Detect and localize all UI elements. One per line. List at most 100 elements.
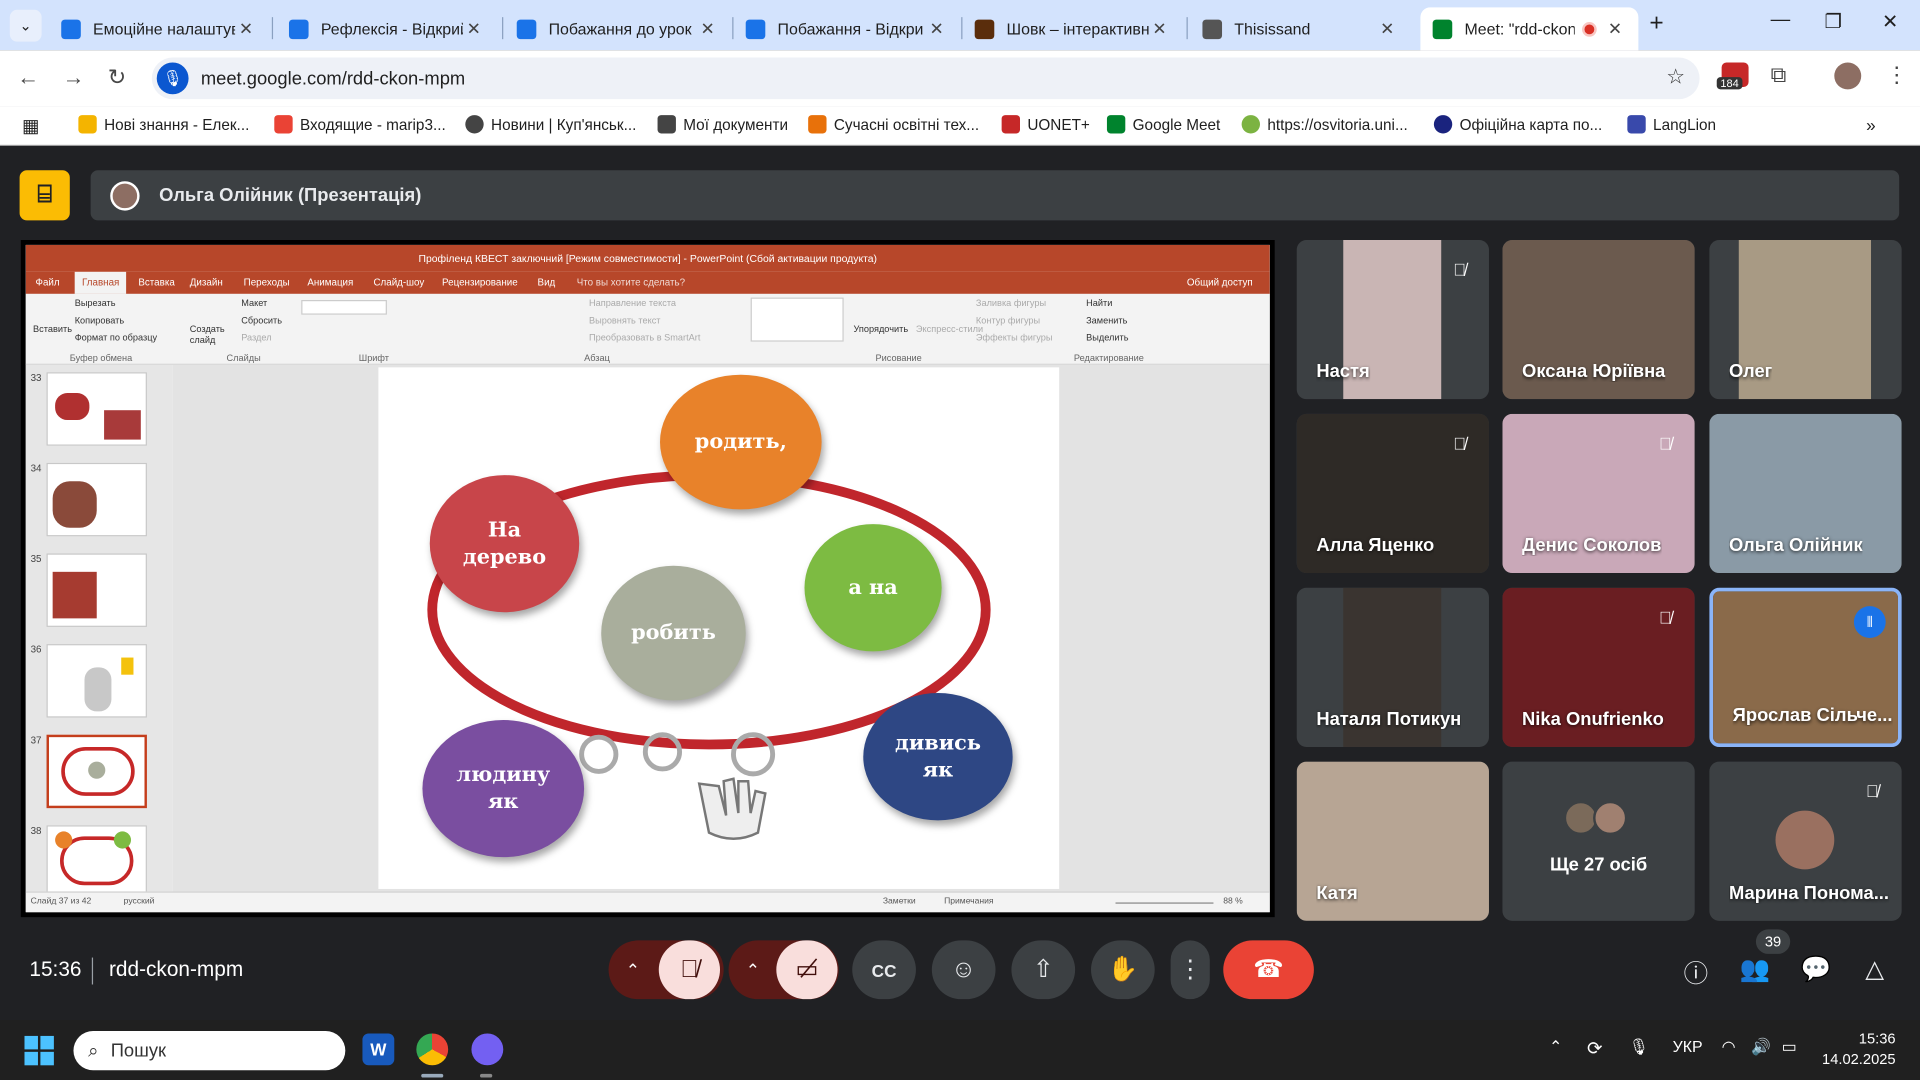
ppt-tab[interactable]: Слайд-шоу: [373, 277, 424, 288]
ppt-section[interactable]: Раздел: [241, 332, 271, 343]
bookmark-item[interactable]: https://osvitoria.uni...: [1241, 115, 1408, 134]
ppt-reset[interactable]: Сбросить: [241, 315, 282, 326]
present-button[interactable]: ⇧: [1011, 940, 1076, 1000]
participant-tile[interactable]: 🎙̸ Nika Onufrienko: [1502, 587, 1695, 747]
participant-tile[interactable]: 🎙̸ Марина Понома...: [1709, 761, 1902, 921]
slide-thumbnail[interactable]: [46, 553, 147, 627]
ppt-shape-effects[interactable]: Эффекты фигуры: [976, 332, 1053, 343]
word-bubble[interactable]: робить: [601, 565, 746, 701]
ppt-text-direction[interactable]: Направление текста: [589, 298, 676, 309]
browser-tab[interactable]: Thisissand ✕: [1190, 7, 1410, 50]
raise-hand-button[interactable]: ✋: [1091, 940, 1155, 1000]
comments-button[interactable]: Примечания: [944, 898, 993, 907]
close-icon[interactable]: ✕: [697, 18, 719, 39]
more-options-button[interactable]: ⋮: [1170, 940, 1210, 1000]
chrome-menu-icon[interactable]: ⋮: [1886, 62, 1908, 88]
word-bubble[interactable]: На дерево: [429, 475, 580, 613]
microphone-icon[interactable]: 🎙: [1629, 1037, 1649, 1057]
taskbar-search[interactable]: ⌕ Пошук: [73, 1031, 346, 1071]
word-bubble[interactable]: людину як: [422, 720, 585, 858]
browser-tab-active[interactable]: Meet: "rdd-ckon- ✕: [1420, 7, 1639, 51]
close-icon[interactable]: ✕: [1149, 18, 1171, 39]
more-participants-tile[interactable]: Ще 27 осіб: [1502, 761, 1695, 921]
bookmark-item[interactable]: LangLion: [1627, 115, 1716, 134]
activities-icon[interactable]: ⌸: [19, 170, 70, 221]
ppt-cut-button[interactable]: Вырезать: [75, 298, 116, 309]
window-close-icon[interactable]: ✕: [1882, 10, 1898, 34]
slide-thumbnail-selected[interactable]: [46, 734, 147, 809]
restore-icon[interactable]: ❐: [1824, 10, 1842, 34]
ppt-tab[interactable]: Рецензирование: [442, 277, 518, 288]
ppt-copy-button[interactable]: Копировать: [75, 315, 124, 326]
slide-thumbnail[interactable]: [46, 825, 147, 899]
browser-tab[interactable]: Побажання - Відкри ✕: [733, 7, 960, 50]
bookmark-star-icon[interactable]: ☆: [1666, 65, 1685, 89]
close-icon[interactable]: ✕: [235, 18, 257, 39]
windows-start-icon[interactable]: [24, 1035, 54, 1066]
wifi-icon[interactable]: ◠: [1722, 1037, 1736, 1057]
tab-search-button[interactable]: ⌄: [9, 9, 42, 42]
forward-icon[interactable]: →: [62, 65, 84, 91]
ppt-tab[interactable]: Анимация: [307, 277, 353, 288]
address-bar[interactable]: 🎙 meet.google.com/rdd-ckon-mpm ☆: [151, 57, 1700, 100]
font-name-box[interactable]: [301, 300, 387, 315]
volume-icon[interactable]: 🔊: [1751, 1037, 1771, 1057]
back-icon[interactable]: ←: [17, 65, 39, 91]
ppt-new-slide[interactable]: Создать слайд: [190, 323, 232, 345]
browser-tab[interactable]: Шовк – інтерактивн ✕: [962, 7, 1182, 50]
ppt-smartart[interactable]: Преобразовать в SmartArt: [589, 332, 700, 343]
bookmark-item[interactable]: Мої документи: [657, 115, 788, 134]
chevron-up-icon[interactable]: ⌃: [1549, 1037, 1562, 1057]
bookmark-item[interactable]: Нові знання - Елек...: [78, 115, 249, 134]
word-icon[interactable]: W: [362, 1033, 395, 1066]
ppt-align-text[interactable]: Выровнять текст: [589, 315, 661, 326]
participant-tile[interactable]: 🎙̸ Денис Соколов: [1502, 413, 1695, 574]
slide-thumbnail[interactable]: [46, 372, 147, 446]
calendar-extension-icon[interactable]: 184: [1716, 62, 1751, 94]
bookmark-item[interactable]: UONET+: [1001, 115, 1090, 134]
extensions-icon[interactable]: ⧉: [1771, 62, 1787, 88]
ppt-tab[interactable]: Файл: [36, 277, 60, 288]
word-bubble[interactable]: а на: [804, 524, 942, 652]
word-bubble[interactable]: родить,: [660, 374, 822, 510]
viber-icon[interactable]: [471, 1033, 504, 1066]
captions-button[interactable]: CC: [852, 940, 916, 1000]
participant-tile[interactable]: Ольга Олійник: [1709, 413, 1902, 574]
apps-icon[interactable]: ▦: [22, 115, 39, 137]
ppt-format-painter[interactable]: Формат по образцу: [75, 332, 157, 343]
participant-tile[interactable]: 🎙̸ Настя: [1296, 240, 1489, 400]
mic-toggle-button[interactable]: 🎙̸: [658, 940, 721, 1000]
participant-tile[interactable]: 🎙̸ Алла Яценко: [1296, 413, 1489, 574]
slide-thumbnail[interactable]: [46, 462, 147, 537]
slide-thumbnail[interactable]: [46, 644, 147, 718]
participant-tile-speaking[interactable]: ⦀ Ярослав Сільче...: [1709, 587, 1902, 747]
ppt-layout[interactable]: Макет: [241, 298, 267, 309]
ppt-tell-me[interactable]: Что вы хотите сделать?: [577, 277, 685, 288]
participant-tile[interactable]: Олег: [1709, 240, 1902, 400]
ppt-share-button[interactable]: Общий доступ: [1187, 277, 1253, 288]
close-icon[interactable]: ✕: [1376, 18, 1398, 39]
bookmark-item[interactable]: Сучасні освітні тех...: [808, 115, 979, 134]
reload-icon[interactable]: ↻: [108, 65, 126, 91]
chrome-icon[interactable]: [416, 1033, 449, 1066]
ppt-tab[interactable]: Дизайн: [190, 277, 223, 288]
people-icon[interactable]: 👥: [1736, 954, 1773, 986]
bookmark-item[interactable]: Новини | Куп'янськ...: [465, 115, 636, 134]
word-bubble[interactable]: дивись як: [863, 693, 1013, 821]
more-bookmarks-icon[interactable]: »: [1866, 115, 1876, 135]
sync-icon[interactable]: ⟳: [1587, 1037, 1602, 1059]
minimize-icon[interactable]: —: [1771, 10, 1791, 32]
mic-permission-icon[interactable]: 🎙: [156, 62, 189, 95]
browser-tab[interactable]: Побажання до урок ✕: [504, 7, 731, 50]
new-tab-button[interactable]: +: [1649, 10, 1663, 38]
bookmark-item[interactable]: Офіційна карта по...: [1433, 115, 1602, 134]
ppt-tab[interactable]: Вид: [538, 277, 556, 288]
taskbar-time[interactable]: 15:36: [1859, 1030, 1896, 1047]
ppt-replace[interactable]: Заменить: [1086, 315, 1127, 326]
info-icon[interactable]: ⓘ: [1678, 954, 1715, 988]
browser-tab[interactable]: Рефлексія - Відкрий ✕: [277, 7, 497, 50]
close-icon[interactable]: ✕: [1604, 18, 1626, 39]
ppt-quick-styles[interactable]: Экспресс-стили: [916, 323, 983, 334]
ppt-paste-button[interactable]: Вставить: [33, 323, 72, 334]
browser-tab[interactable]: Емоційне налаштува ✕: [49, 7, 269, 50]
